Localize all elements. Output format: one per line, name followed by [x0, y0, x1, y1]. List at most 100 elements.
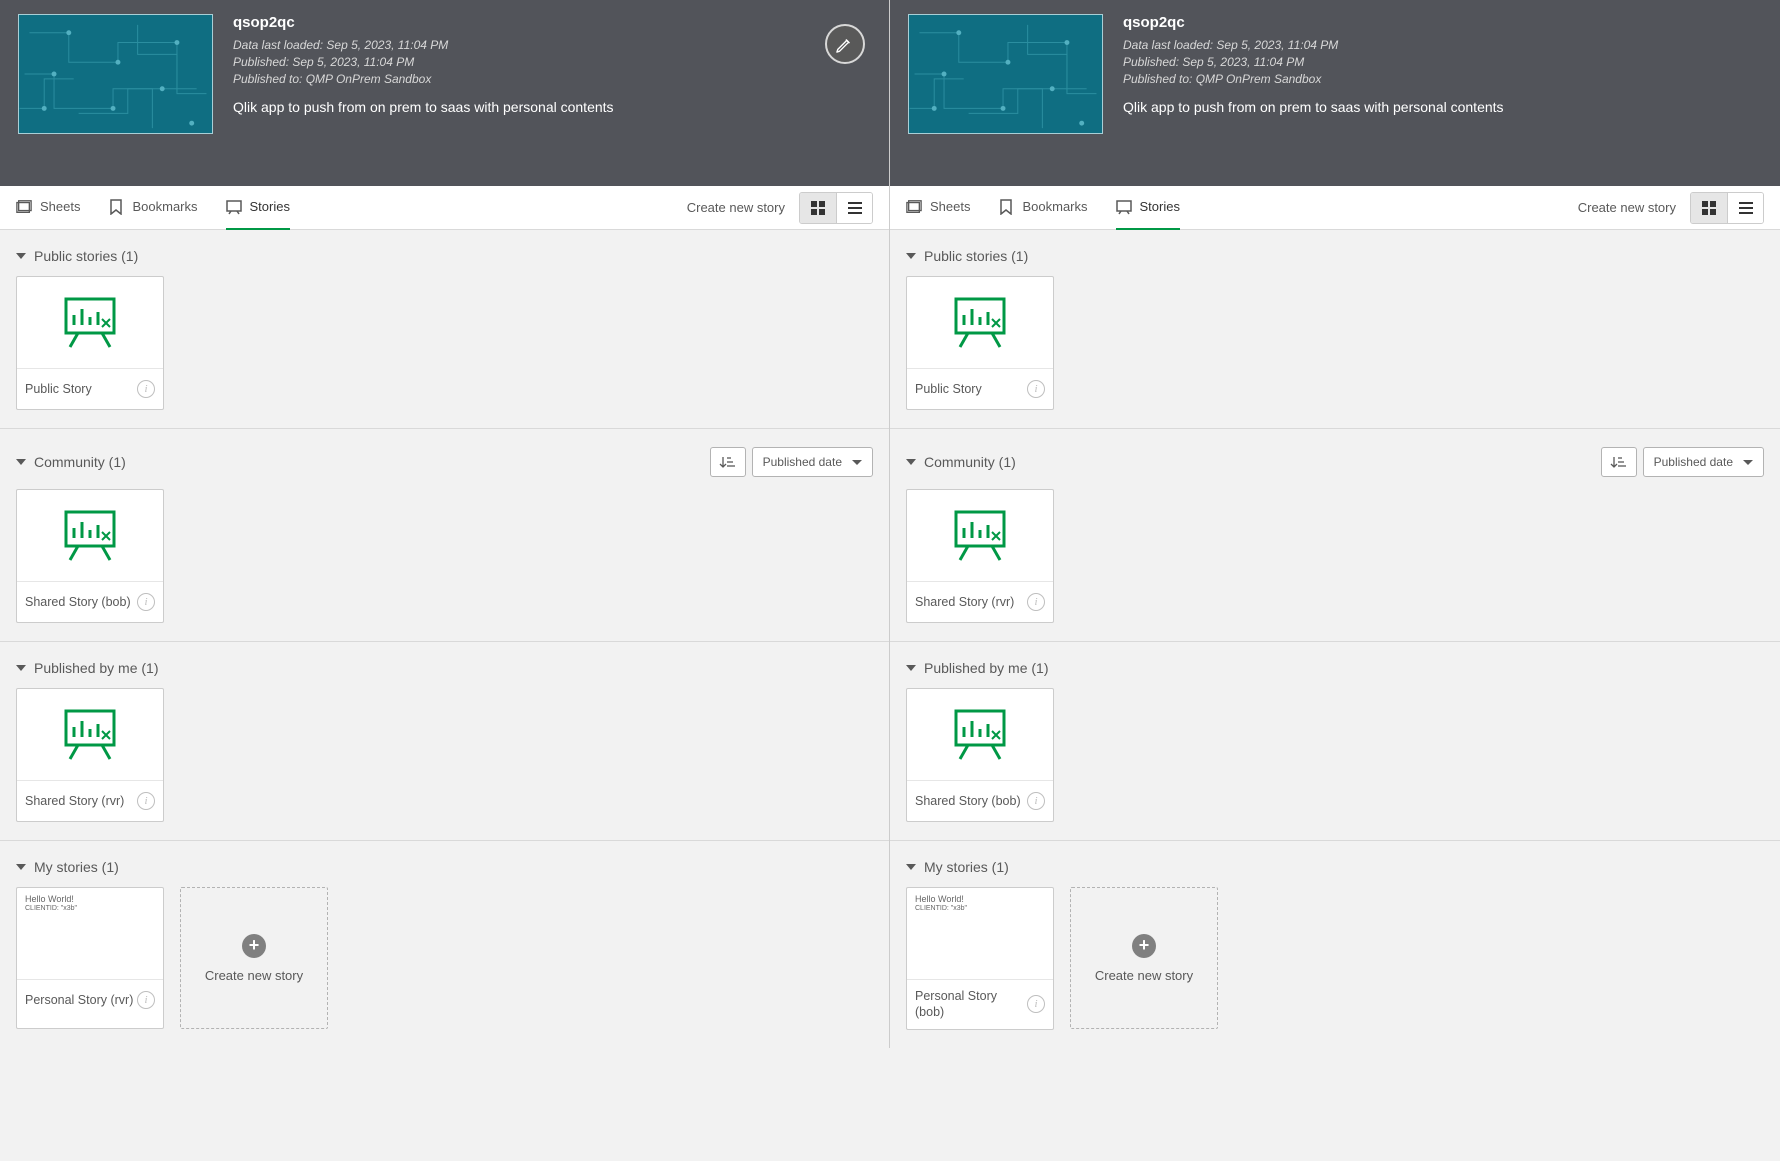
create-new-story-link[interactable]: Create new story	[687, 200, 785, 215]
story-card-published-by-me[interactable]: Shared Story (bob) i	[906, 688, 1054, 822]
section-header-my-stories[interactable]: My stories (1)	[16, 851, 873, 887]
story-thumbnail	[907, 277, 1053, 369]
preview-line-2: CLIENTID: "x3b"	[25, 905, 155, 913]
story-card-personal[interactable]: Hello World! CLIENTID: "x3b" Personal St…	[906, 887, 1054, 1030]
list-icon	[847, 200, 863, 216]
info-icon[interactable]: i	[1027, 792, 1045, 810]
section-header-public[interactable]: Public stories (1)	[16, 240, 873, 276]
easel-icon	[950, 508, 1010, 563]
section-public-stories: Public stories (1) Public Story i	[890, 230, 1780, 429]
story-card-label: Public Story	[25, 382, 92, 396]
section-published-by-me: Published by me (1) Shared Story (bob) i	[890, 642, 1780, 841]
story-thumbnail	[907, 689, 1053, 781]
list-view-button[interactable]	[1727, 193, 1763, 223]
story-card-public[interactable]: Public Story i	[16, 276, 164, 410]
tab-label-bookmarks: Bookmarks	[132, 199, 197, 214]
section-header-public[interactable]: Public stories (1)	[906, 240, 1764, 276]
plus-icon: +	[242, 934, 266, 958]
info-icon[interactable]: i	[137, 792, 155, 810]
story-card-personal[interactable]: Hello World! CLIENTID: "x3b" Personal St…	[16, 887, 164, 1029]
create-new-story-label: Create new story	[1095, 968, 1193, 983]
sort-order-button[interactable]	[710, 447, 746, 477]
section-title: Public stories (1)	[34, 248, 138, 264]
section-public-stories: Public stories (1) Public Story i	[0, 230, 889, 429]
story-card-community[interactable]: Shared Story (rvr) i	[906, 489, 1054, 623]
app-meta-loaded: Data last loaded: Sep 5, 2023, 11:04 PM	[1123, 37, 1504, 54]
app-meta-published-to: Published to: QMP OnPrem Sandbox	[233, 71, 614, 88]
story-card-label: Shared Story (bob)	[915, 794, 1021, 808]
list-icon	[1738, 200, 1754, 216]
create-new-story-label: Create new story	[205, 968, 303, 983]
edit-button[interactable]	[825, 24, 865, 64]
tab-sheets[interactable]: Sheets	[906, 186, 970, 230]
preview-line-1: Hello World!	[915, 894, 964, 904]
story-card-published-by-me[interactable]: Shared Story (rvr) i	[16, 688, 164, 822]
section-title: My stories (1)	[34, 859, 119, 875]
info-icon[interactable]: i	[137, 593, 155, 611]
create-new-story-card[interactable]: + Create new story	[180, 887, 328, 1029]
bookmark-icon	[998, 199, 1014, 215]
tab-label-bookmarks: Bookmarks	[1022, 199, 1087, 214]
info-icon[interactable]: i	[1027, 593, 1045, 611]
view-toggle	[799, 192, 873, 224]
info-icon[interactable]: i	[1027, 995, 1045, 1013]
story-card-public[interactable]: Public Story i	[906, 276, 1054, 410]
section-header-community[interactable]: Community (1) Published date	[16, 439, 873, 489]
easel-icon	[60, 508, 120, 563]
app-header-info: qsop2qc Data last loaded: Sep 5, 2023, 1…	[1123, 14, 1504, 134]
sort-icon	[719, 455, 737, 469]
sort-icon	[1610, 455, 1628, 469]
collapse-icon	[906, 864, 916, 870]
tab-label-stories: Stories	[250, 199, 290, 214]
bookmark-icon	[108, 199, 124, 215]
plus-icon: +	[1132, 934, 1156, 958]
info-icon[interactable]: i	[1027, 380, 1045, 398]
tab-sheets[interactable]: Sheets	[16, 186, 80, 230]
story-card-label: Shared Story (rvr)	[915, 595, 1014, 609]
info-icon[interactable]: i	[137, 380, 155, 398]
collapse-icon	[906, 665, 916, 671]
sheets-icon	[16, 199, 32, 215]
app-meta-published: Published: Sep 5, 2023, 11:04 PM	[1123, 54, 1504, 71]
section-title: Published by me (1)	[34, 660, 159, 676]
collapse-icon	[16, 665, 26, 671]
easel-icon	[60, 707, 120, 762]
sort-field-dropdown[interactable]: Published date	[752, 447, 873, 477]
tab-stories[interactable]: Stories	[226, 186, 290, 230]
app-header: qsop2qc Data last loaded: Sep 5, 2023, 1…	[890, 0, 1780, 186]
grid-view-button[interactable]	[800, 193, 836, 223]
sort-field-dropdown[interactable]: Published date	[1643, 447, 1764, 477]
section-community: Community (1) Published date	[0, 429, 889, 642]
tab-bookmarks[interactable]: Bookmarks	[108, 186, 197, 230]
story-card-label: Public Story	[915, 382, 982, 396]
section-header-community[interactable]: Community (1) Published date	[906, 439, 1764, 489]
grid-view-button[interactable]	[1691, 193, 1727, 223]
app-thumbnail	[18, 14, 213, 134]
section-title: Community (1)	[924, 454, 1016, 470]
sort-field-label: Published date	[1654, 455, 1733, 469]
story-thumbnail	[17, 490, 163, 582]
section-header-my-stories[interactable]: My stories (1)	[906, 851, 1764, 887]
section-header-published-by-me[interactable]: Published by me (1)	[16, 652, 873, 688]
grid-icon	[1701, 200, 1717, 216]
sort-order-button[interactable]	[1601, 447, 1637, 477]
story-thumbnail	[17, 277, 163, 369]
list-view-button[interactable]	[836, 193, 872, 223]
collapse-icon	[16, 459, 26, 465]
section-published-by-me: Published by me (1) Shared Story (rvr) i	[0, 642, 889, 841]
app-description: Qlik app to push from on prem to saas wi…	[233, 99, 614, 115]
create-new-story-card[interactable]: + Create new story	[1070, 887, 1218, 1029]
create-new-story-link[interactable]: Create new story	[1578, 200, 1676, 215]
tab-label-sheets: Sheets	[40, 199, 80, 214]
section-header-published-by-me[interactable]: Published by me (1)	[906, 652, 1764, 688]
app-thumbnail	[908, 14, 1103, 134]
app-description: Qlik app to push from on prem to saas wi…	[1123, 99, 1504, 115]
tab-bookmarks[interactable]: Bookmarks	[998, 186, 1087, 230]
story-card-community[interactable]: Shared Story (bob) i	[16, 489, 164, 623]
info-icon[interactable]: i	[137, 991, 155, 1009]
tab-stories[interactable]: Stories	[1116, 186, 1180, 230]
story-icon	[1116, 199, 1132, 215]
section-title: Community (1)	[34, 454, 126, 470]
story-card-label: Shared Story (bob)	[25, 595, 131, 609]
app-meta-loaded: Data last loaded: Sep 5, 2023, 11:04 PM	[233, 37, 614, 54]
